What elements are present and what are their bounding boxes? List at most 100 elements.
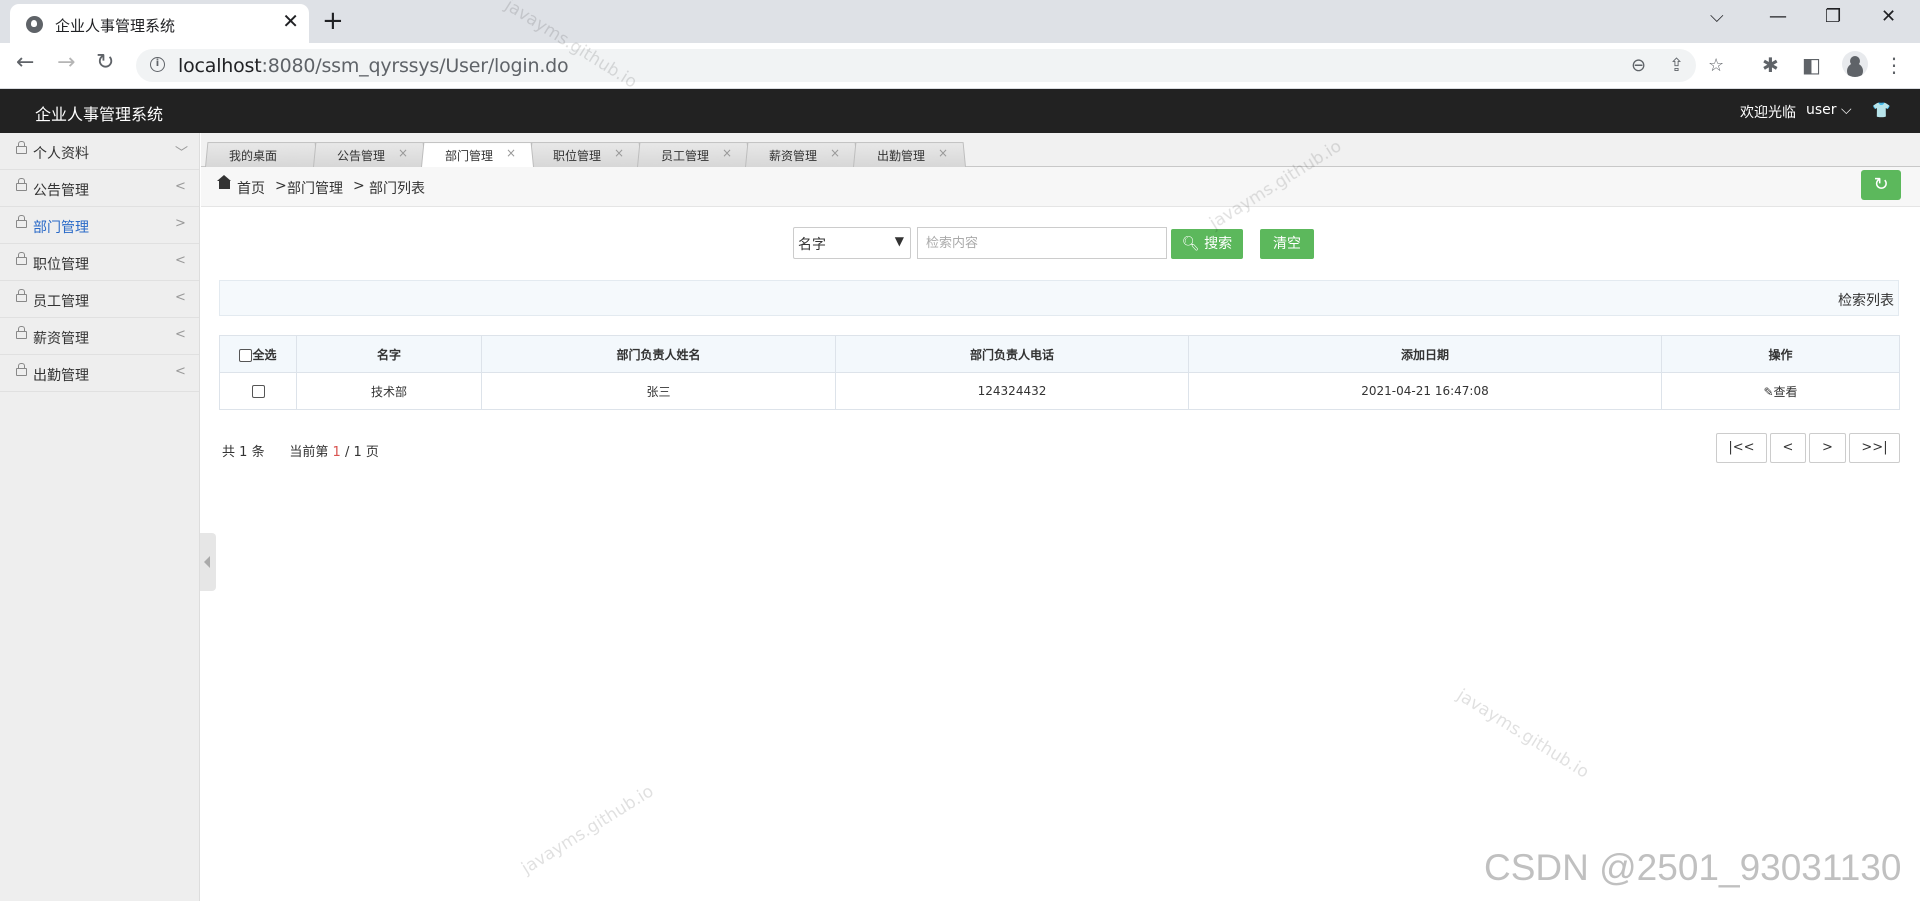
pagination-info: 共 1 条 当前第 1 / 1 页 — [222, 441, 379, 460]
reload-icon[interactable]: ↻ — [96, 52, 114, 74]
app-brand: 企业人事管理系统 — [35, 105, 164, 124]
tab-close-icon[interactable]: × — [938, 146, 948, 160]
table-row: 技术部 张三 124324432 2021-04-21 16:47:08 ✎查看 — [219, 372, 1900, 410]
sidebar-item-label: 薪资管理 — [33, 331, 89, 347]
browser-tabstrip: 企业人事管理系统 ✕ + ⌵ — ❐ ✕ — [0, 0, 1920, 43]
bookmark-star-icon[interactable]: ☆ — [1708, 55, 1724, 76]
minimize-icon[interactable]: — — [1769, 6, 1787, 27]
first-page-button[interactable]: |<< — [1716, 433, 1767, 463]
back-icon[interactable]: ← — [16, 52, 34, 74]
clear-button-label: 清空 — [1273, 236, 1301, 252]
browser-tab[interactable]: 企业人事管理系统 ✕ — [10, 4, 309, 43]
search-input[interactable] — [917, 227, 1167, 259]
list-title: 检索列表 — [1838, 293, 1894, 309]
column-header: 添加日期 — [1188, 335, 1662, 373]
browser-tab-title: 企业人事管理系统 — [55, 17, 176, 35]
breadcrumb-current: 部门列表 — [369, 181, 425, 197]
address-bar[interactable]: i localhost:8080/ssm_qyrssys/User/login.… — [136, 49, 1724, 82]
tab-search-icon[interactable]: ⌵ — [1710, 6, 1724, 27]
restore-icon[interactable]: ❐ — [1825, 6, 1841, 27]
lock-icon — [16, 326, 27, 339]
zoom-icon[interactable]: ⊖ — [1631, 55, 1646, 76]
sidebar-item-notices[interactable]: 公告管理 < — [0, 170, 199, 207]
tab-label: 我的桌面 — [229, 149, 278, 163]
sidebar-item-salary[interactable]: 薪资管理 < — [0, 318, 199, 355]
breadcrumb-home[interactable]: 首页 — [237, 178, 265, 198]
sidebar-item-profile[interactable]: 个人资料 ﹀ — [0, 133, 199, 170]
sidebar-item-label: 公告管理 — [33, 183, 89, 199]
breadcrumb: 首页 > 部门管理 > 部门列表 ↻ — [201, 167, 1920, 207]
select-all-checkbox[interactable] — [239, 348, 253, 362]
tab-label: 职位管理 — [553, 149, 602, 163]
sidebar-item-label: 出勤管理 — [33, 368, 89, 384]
extensions-icon[interactable]: ✱ — [1762, 53, 1779, 77]
search-field-select[interactable]: 名字 ▼ — [793, 227, 911, 259]
column-header: 名字 — [296, 335, 482, 373]
sidebar-item-departments[interactable]: 部门管理 > — [0, 207, 199, 244]
sidebar-item-label: 职位管理 — [33, 257, 89, 273]
app-header: 企业人事管理系统 欢迎光临 user ⌵ 👕 — [0, 89, 1920, 133]
lock-icon — [16, 363, 27, 376]
next-page-button[interactable]: > — [1809, 433, 1846, 463]
lock-icon — [16, 178, 27, 191]
select-all-header[interactable]: 全选 — [219, 335, 297, 373]
watermark: javayms.github.io — [1453, 685, 1593, 783]
welcome-text: 欢迎光临 — [1740, 105, 1796, 121]
lock-icon — [16, 215, 27, 228]
last-page-button[interactable]: >>| — [1849, 433, 1900, 463]
tab-label: 部门管理 — [445, 149, 494, 163]
clear-button[interactable]: 清空 — [1260, 229, 1314, 259]
current-page: 1 — [332, 445, 341, 460]
search-button[interactable]: 🔍︎ 搜索 — [1171, 229, 1243, 259]
chevron-left-icon: < — [175, 290, 186, 305]
tab-close-icon[interactable]: × — [614, 146, 624, 160]
forward-icon[interactable]: → — [57, 52, 75, 74]
close-tab-icon[interactable]: ✕ — [282, 11, 299, 31]
site-info-icon[interactable]: i — [150, 57, 165, 72]
sidebar-item-label: 个人资料 — [33, 146, 89, 162]
chevron-left-icon: < — [175, 253, 186, 268]
sidebar-collapse-handle[interactable] — [200, 533, 216, 591]
theme-shirt-icon[interactable]: 👕 — [1872, 101, 1891, 119]
total-count: 1 — [239, 445, 248, 460]
sidebar: 个人资料 ﹀ 公告管理 < 部门管理 > 职位管理 < 员工管理 < 薪资管理 … — [0, 133, 200, 901]
select-value: 名字 — [798, 237, 826, 253]
new-tab-icon[interactable]: + — [322, 7, 344, 35]
tab-label: 出勤管理 — [877, 149, 926, 163]
menu-kebab-icon[interactable]: ⋮ — [1884, 53, 1904, 77]
search-icon: 🔍︎ — [1181, 236, 1200, 252]
profile-avatar[interactable] — [1842, 51, 1868, 77]
chevron-down-icon: ﹀ — [175, 146, 189, 161]
tab-label: 员工管理 — [661, 149, 710, 163]
side-panel-icon[interactable]: ◧ — [1802, 53, 1821, 77]
tab-close-icon[interactable]: × — [830, 146, 840, 160]
prev-page-button[interactable]: < — [1770, 433, 1806, 463]
close-window-icon[interactable]: ✕ — [1881, 6, 1896, 27]
row-select-cell — [219, 372, 297, 410]
tab-label: 薪资管理 — [769, 149, 818, 163]
total-suffix: 条 — [251, 445, 265, 460]
search-button-label: 搜索 — [1204, 236, 1233, 252]
department-table: 全选 名字 部门负责人姓名 部门负责人电话 添加日期 操作 技术部 张三 124… — [219, 335, 1900, 410]
row-checkbox[interactable] — [251, 385, 265, 398]
chevron-right-icon: > — [175, 216, 186, 231]
browser-toolbar: ← → ↻ i localhost:8080/ssm_qyrssys/User/… — [0, 43, 1920, 89]
home-icon — [217, 175, 231, 189]
cell-phone: 124324432 — [835, 372, 1189, 410]
chevron-down-icon: ▼ — [894, 234, 904, 248]
breadcrumb-level1[interactable]: 部门管理 — [287, 178, 343, 198]
lock-icon — [16, 289, 27, 302]
user-menu[interactable]: user ⌵ — [1806, 102, 1852, 118]
sidebar-item-employees[interactable]: 员工管理 < — [0, 281, 199, 318]
cell-action: ✎查看 — [1661, 372, 1900, 410]
tab-close-icon[interactable]: × — [722, 146, 732, 160]
share-icon[interactable]: ⇪ — [1669, 55, 1684, 76]
sidebar-item-attendance[interactable]: 出勤管理 < — [0, 355, 199, 392]
refresh-button[interactable]: ↻ — [1861, 170, 1901, 200]
tab-close-icon[interactable]: × — [506, 146, 516, 160]
view-link[interactable]: ✎查看 — [1763, 385, 1797, 399]
sidebar-item-label: 部门管理 — [33, 220, 89, 236]
sidebar-item-positions[interactable]: 职位管理 < — [0, 244, 199, 281]
table-header-row: 全选 名字 部门负责人姓名 部门负责人电话 添加日期 操作 — [219, 335, 1900, 373]
tab-close-icon[interactable]: × — [398, 146, 408, 160]
